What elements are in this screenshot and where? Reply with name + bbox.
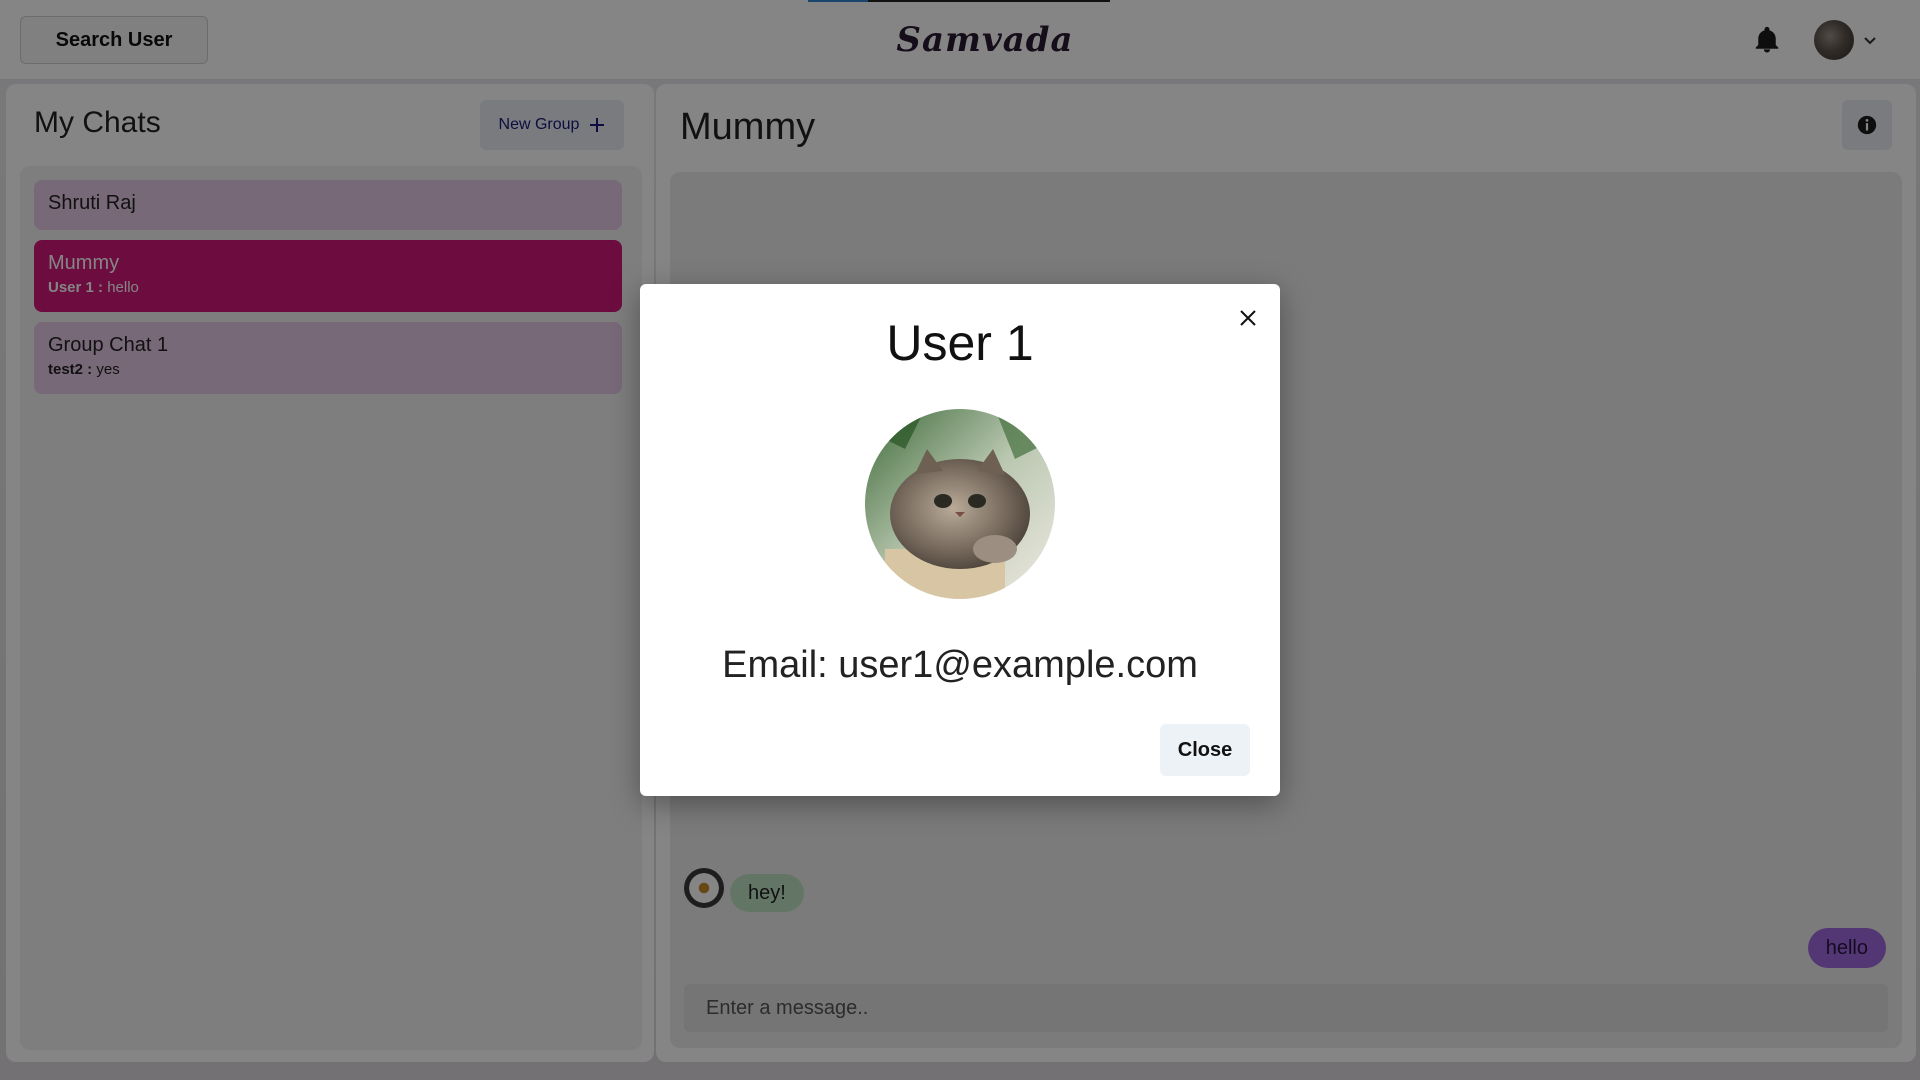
close-button[interactable]: Close [1160, 724, 1250, 776]
close-icon[interactable] [1232, 302, 1264, 334]
user-email: Email: user1@example.com [722, 644, 1198, 686]
user-profile-modal: User 1 Email: user1@example.com Close [640, 284, 1280, 796]
modal-title: User 1 [886, 315, 1034, 371]
profile-photo [865, 409, 1055, 599]
